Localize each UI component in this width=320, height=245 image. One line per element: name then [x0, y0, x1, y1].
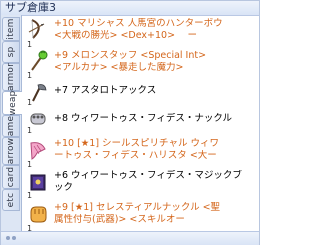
bottom-bar [1, 231, 259, 245]
storage-window: サブ倉庫3 item sp armor weap ame arrow card … [0, 0, 260, 245]
item-name-line2: <アルカナ> <暴走した魔力> [54, 62, 184, 73]
item-name-line1: +9 メロンスタッフ <Special Int> [54, 50, 207, 61]
gauntlet-icon [27, 203, 49, 225]
staff-icon [27, 50, 49, 72]
item-count: 1 [27, 126, 33, 135]
instrument-icon [27, 139, 49, 161]
tab-item[interactable]: item [2, 17, 20, 41]
item-name-line2: ック [54, 182, 74, 193]
tab-label-card: card [6, 166, 16, 188]
tab-label-armor: armor [6, 62, 16, 92]
item-name-line1: +7 アスタロトアックス [54, 85, 157, 96]
item-list: 1 +10 マリシャス 人馬宮のハンターボウ <大戦の勝光> <Dex+10> … [22, 15, 259, 231]
tab-armor[interactable]: armor [2, 63, 20, 91]
tab-weapon[interactable]: weap [2, 91, 22, 115]
item-name-line1: +6 ウィワートゥス・フィデス・マジックブ [54, 170, 242, 181]
list-item[interactable]: 1 +6 ウィワートゥス・フィデス・マジックブ ック [22, 168, 259, 200]
tab-sp[interactable]: sp [2, 41, 20, 63]
item-name-line2: ートゥス・フィデス・ハリスタ <大ー [54, 150, 217, 161]
list-item[interactable]: 1 +10 マリシャス 人馬宮のハンターボウ <大戦の勝光> <Dex+10> … [22, 15, 259, 49]
item-name-line2: 属性付与(武器)> <スキルオー [54, 214, 185, 225]
item-name-line1: +9 [★1] セレスティアルナックル <聖 [54, 202, 221, 213]
resize-handle-icon[interactable] [5, 235, 19, 241]
item-count: 1 [27, 224, 33, 231]
list-item[interactable]: 1 +8 ウィワートゥス・フィデス・ナックル [22, 105, 259, 135]
tab-arrow[interactable]: arrow [2, 137, 20, 165]
tab-label-arrow: arrow [6, 137, 16, 165]
window-title: サブ倉庫3 [5, 1, 56, 14]
tab-label-weapon: weap [7, 90, 18, 116]
category-tabs: item sp armor weap ame arrow card etc [1, 15, 22, 231]
tab-label-etc: etc [6, 192, 16, 208]
bow-icon [27, 18, 49, 40]
tab-etc[interactable]: etc [2, 189, 20, 211]
tab-label-item: item [6, 18, 16, 40]
item-name-line2: <大戦の勝光> <Dex+10> ー [54, 30, 198, 41]
item-name-line1: +8 ウィワートゥス・フィデス・ナックル [54, 113, 233, 124]
tab-card[interactable]: card [2, 165, 20, 189]
book-icon [27, 171, 49, 193]
tab-label-sp: sp [6, 46, 16, 58]
item-name-line1: +10 マリシャス 人馬宮のハンターボウ [54, 18, 223, 29]
tab-ammo[interactable]: ame [2, 115, 20, 137]
item-name-line1: +10 [★1] シールスピリチャル ウィワ [54, 138, 219, 149]
list-item[interactable]: 1 +9 [★1] セレスティアルナックル <聖 属性付与(武器)> <スキルオ… [22, 199, 259, 231]
tab-label-ammo: ame [6, 115, 16, 137]
title-bar[interactable]: サブ倉庫3 [1, 1, 259, 16]
list-item[interactable]: 1 +7 アスタロトアックス [22, 79, 259, 107]
list-item[interactable]: 1 +10 [★1] シールスピリチャル ウィワ ートゥス・フィデス・ハリスタ … [22, 135, 259, 169]
list-item[interactable]: 1 +9 メロンスタッフ <Special Int> <アルカナ> <暴走した魔… [22, 48, 259, 80]
